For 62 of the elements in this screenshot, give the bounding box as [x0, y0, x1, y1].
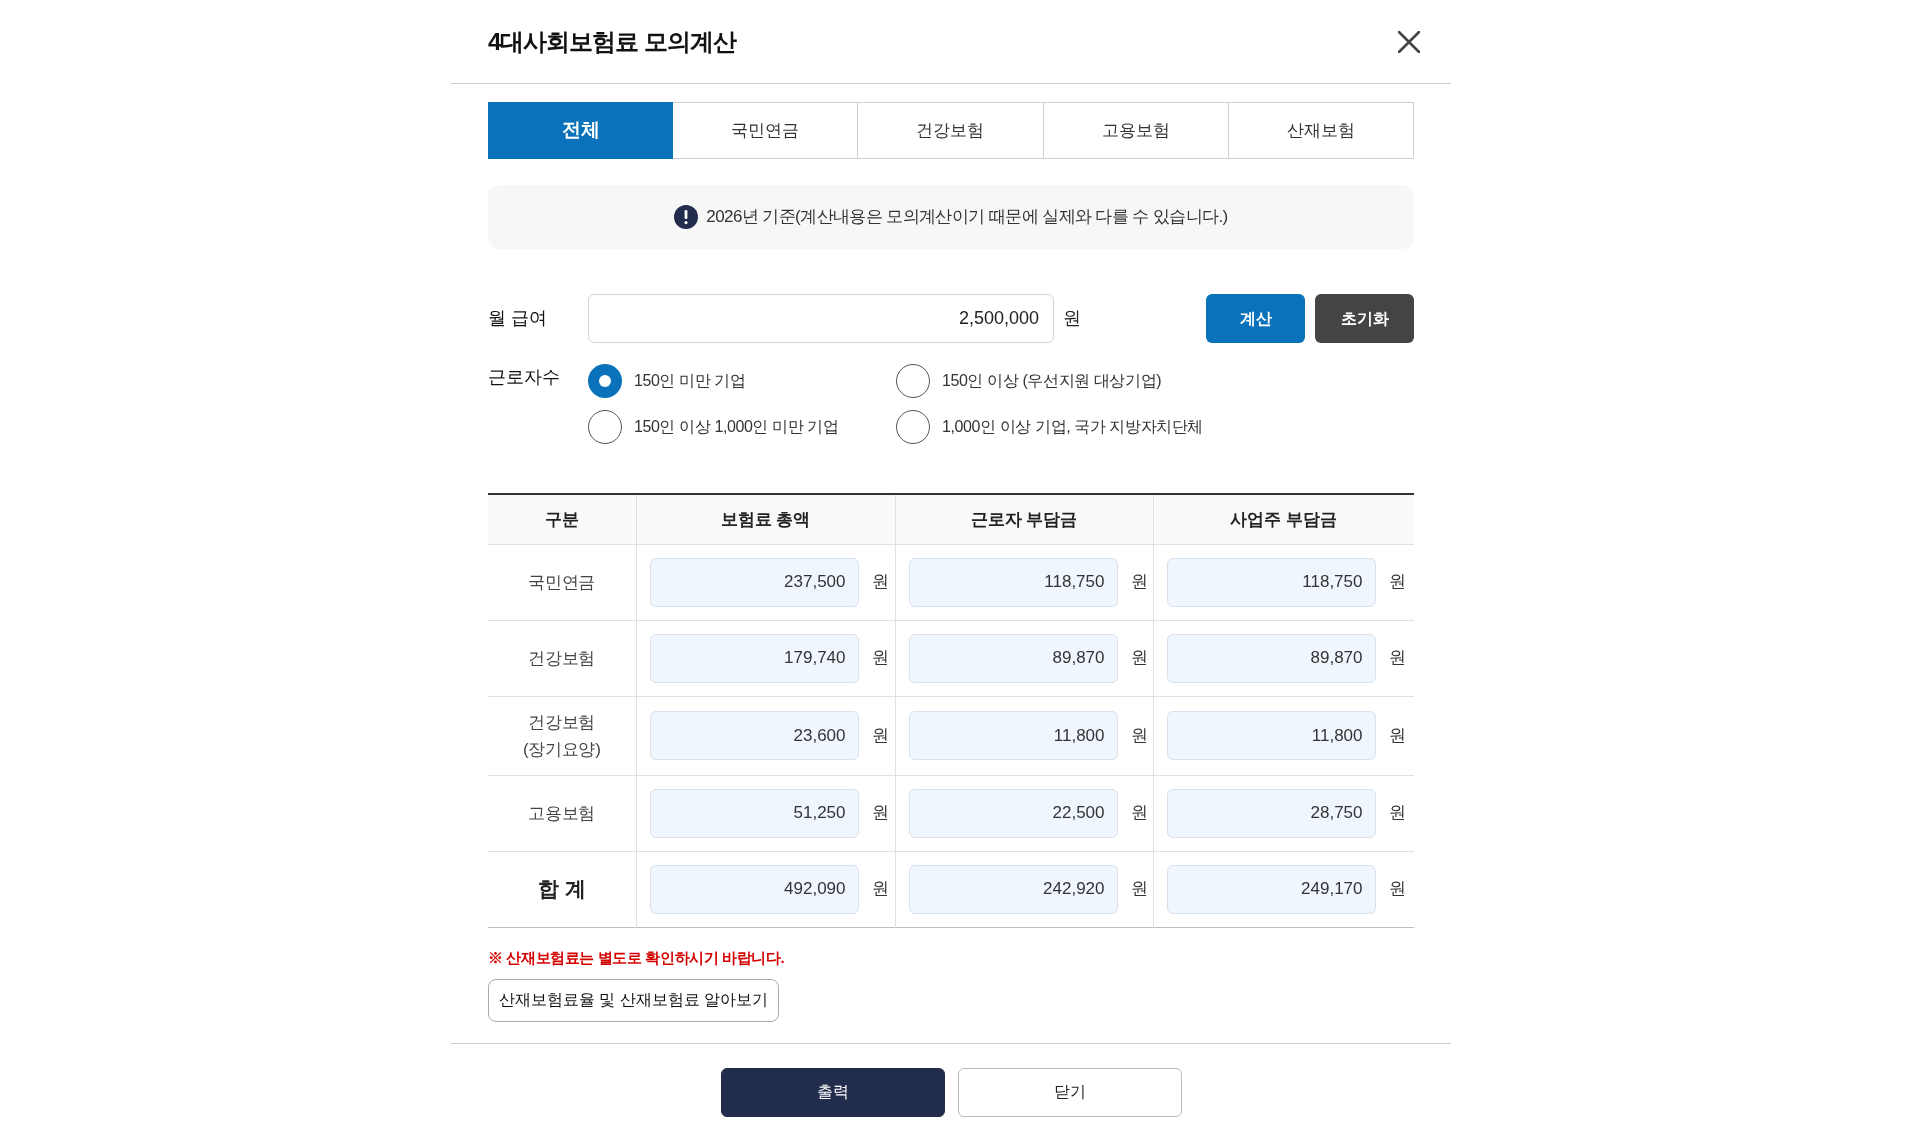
- radio-option[interactable]: 150인 미만 기업: [588, 364, 896, 398]
- link-button[interactable]: 산재보험료율 및 산재보험료 알아보기: [488, 978, 779, 1022]
- warning-text: ※ 산재보험료는 별도로 확인하시기 바랍니다.: [488, 948, 786, 967]
- unit-label: 원: [1388, 647, 1406, 670]
- salary-label: 월 급여: [488, 307, 548, 330]
- unit-label: 원: [1388, 878, 1406, 901]
- amount-field: 89,870: [1166, 633, 1376, 683]
- row-label: 건강보험: [528, 648, 596, 668]
- close-icon: [1398, 30, 1420, 53]
- unit-label: 원: [1388, 802, 1406, 825]
- unit-label: 원: [871, 878, 889, 901]
- unit-label: 원: [1130, 647, 1148, 670]
- row-label: 고용보험: [528, 803, 596, 823]
- amount-field: 23,600: [649, 711, 859, 760]
- amount-field: 22,500: [908, 788, 1118, 838]
- column-header: 근로자 부담금: [895, 494, 1153, 544]
- print-button[interactable]: 출력: [720, 1067, 945, 1117]
- tab[interactable]: 고용보험: [1043, 102, 1229, 159]
- unit-label: 원: [871, 647, 889, 670]
- amount-field: 118,750: [1166, 557, 1376, 607]
- unit-label: 원: [871, 802, 889, 825]
- amount-field: 492,090: [649, 864, 859, 914]
- reset-button[interactable]: 초기화: [1315, 294, 1414, 343]
- unit-label: 원: [1388, 724, 1406, 747]
- unit-label: 원: [1388, 571, 1406, 594]
- tab[interactable]: 전체: [488, 102, 674, 159]
- amount-field: 11,800: [1166, 711, 1376, 760]
- column-header: 보험료 총액: [636, 494, 895, 544]
- column-header: 사업주 부담금: [1153, 494, 1414, 544]
- amount-field: 51,250: [649, 788, 859, 838]
- tab[interactable]: 산재보험: [1228, 102, 1414, 159]
- notice-text: 2026년 기준(계산내용은 모의계산이기 때문에 실제와 다를 수 있습니다.): [706, 206, 1228, 229]
- amount-field: 237,500: [649, 557, 859, 607]
- close-dialog-button[interactable]: 닫기: [957, 1067, 1182, 1117]
- amount-field: 118,750: [908, 557, 1118, 607]
- radio-option[interactable]: 150인 이상 1,000인 미만 기업: [588, 410, 896, 444]
- tab[interactable]: 건강보험: [858, 102, 1044, 159]
- amount-field: 179,740: [649, 633, 859, 683]
- salary-input[interactable]: 2,500,000: [588, 294, 1054, 343]
- column-header: 구분: [488, 494, 636, 544]
- unit-label: 원: [1130, 878, 1148, 901]
- unit-label: 원: [1130, 802, 1148, 825]
- row-label: 건강보험 (장기요양): [523, 712, 601, 759]
- row-label: 국민연금: [528, 572, 596, 592]
- amount-field: 28,750: [1166, 788, 1376, 838]
- unit-label: 원: [871, 724, 889, 747]
- row-label: 합 계: [537, 877, 586, 901]
- amount-field: 11,800: [908, 711, 1118, 760]
- unit-label: 원: [871, 571, 889, 594]
- amount-field: 242,920: [908, 864, 1118, 914]
- unit-label: 원: [1130, 571, 1148, 594]
- unit-label: 원: [1063, 307, 1081, 330]
- radio-option[interactable]: 1,000인 이상 기업, 국가 지방자치단체: [896, 410, 1204, 444]
- exclamation-icon: [674, 205, 699, 229]
- workers-label: 근로자수: [488, 366, 561, 389]
- tab[interactable]: 국민연금: [673, 102, 859, 159]
- amount-field: 249,170: [1166, 864, 1376, 914]
- dialog-title: 4대사회보험료 모의계산: [488, 26, 736, 57]
- radio-option[interactable]: 150인 이상 (우선지원 대상기업): [896, 364, 1204, 398]
- amount-field: 89,870: [908, 633, 1118, 683]
- unit-label: 원: [1130, 724, 1148, 747]
- calculate-button[interactable]: 계산: [1206, 294, 1305, 343]
